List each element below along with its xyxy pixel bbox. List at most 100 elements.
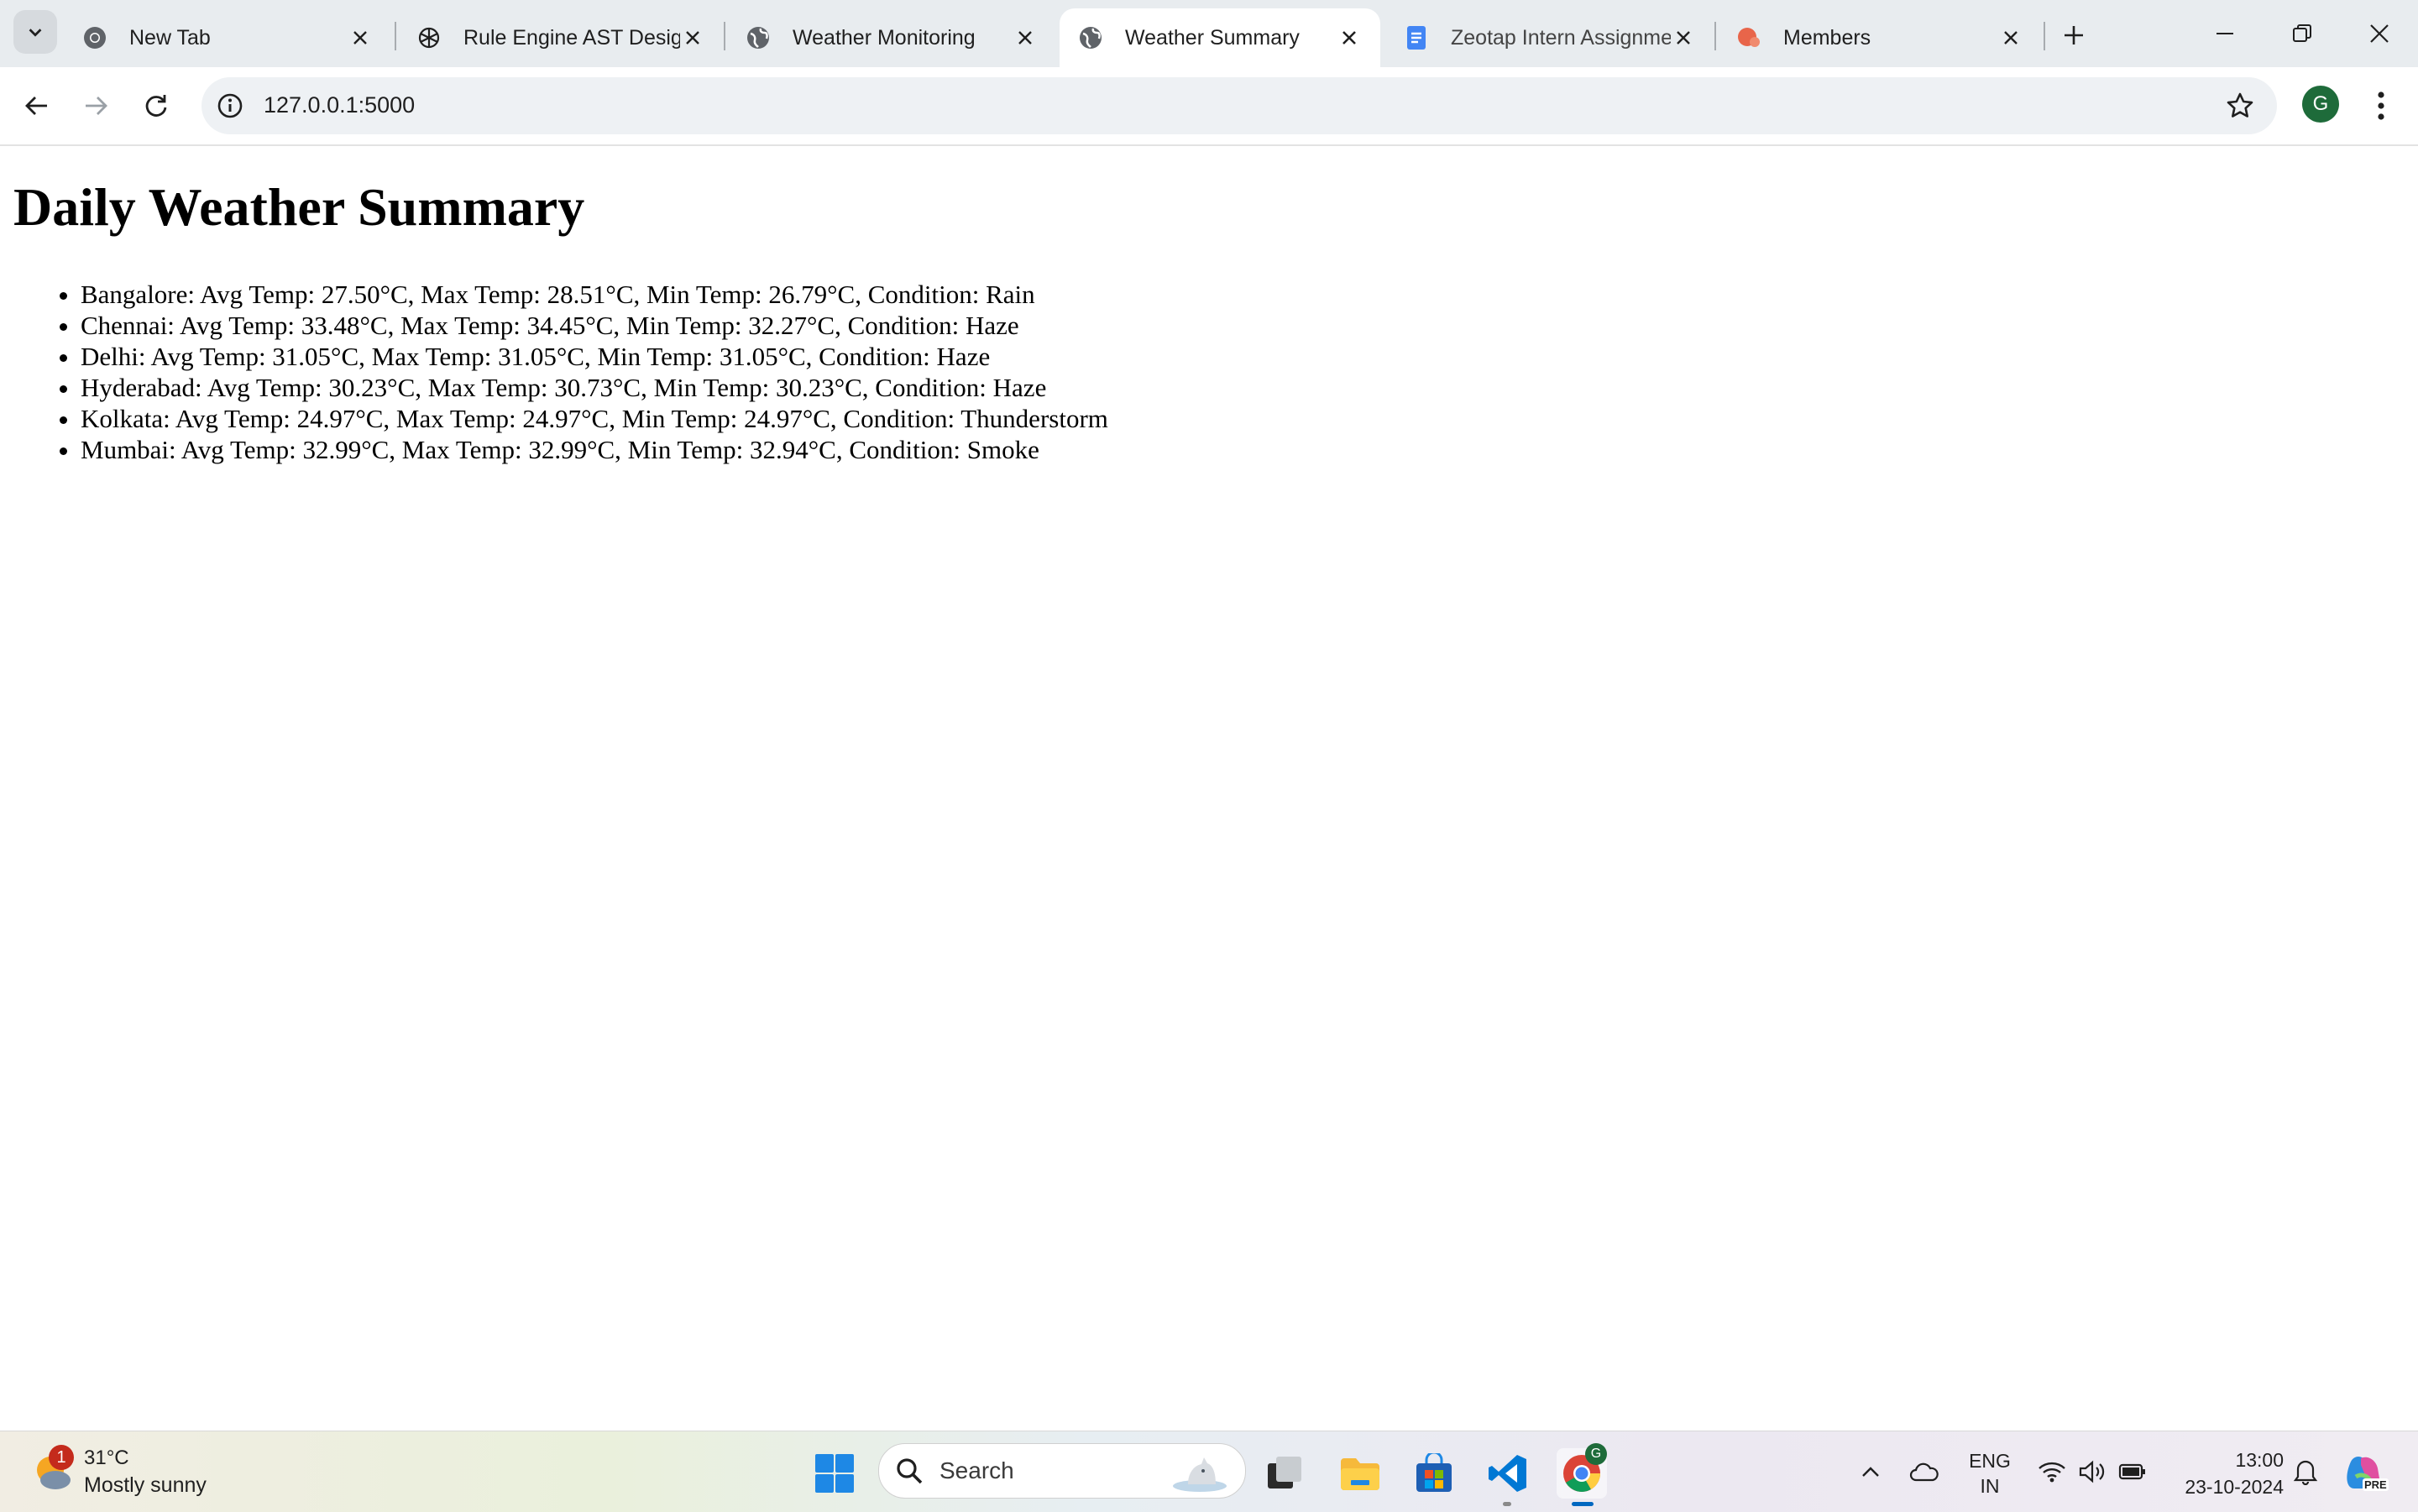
tab-title: New Tab	[129, 25, 211, 50]
list-item: Delhi: Avg Temp: 31.05°C, Max Temp: 31.0…	[81, 341, 1108, 372]
task-view-icon	[1268, 1457, 1301, 1488]
search-label: Search	[939, 1457, 1014, 1483]
tab-separator	[724, 22, 725, 50]
new-tab-button[interactable]	[2054, 15, 2094, 55]
chrome-taskbar-button[interactable]: G	[1557, 1443, 1607, 1499]
start-button[interactable]	[809, 1448, 860, 1499]
close-icon[interactable]	[1337, 25, 1362, 50]
region-code: IN	[1980, 1475, 2000, 1497]
weather-summary-list: Bangalore: Avg Temp: 27.50°C, Max Temp: …	[0, 279, 1108, 465]
preview-label: PRE	[2363, 1478, 2389, 1491]
tab-zeotap-doc[interactable]: Zeotap Intern Assignme	[1385, 8, 1714, 67]
close-icon[interactable]	[680, 25, 705, 50]
browser-toolbar: 127.0.0.1:5000 G	[0, 67, 2418, 146]
page-content: Daily Weather Summary Bangalore: Avg Tem…	[0, 146, 2418, 1431]
notification-badge: 1	[49, 1445, 74, 1470]
tab-title: Rule Engine AST Design	[463, 25, 680, 50]
close-icon	[2370, 24, 2389, 43]
google-docs-icon	[1404, 25, 1429, 50]
list-item: Kolkata: Avg Temp: 24.97°C, Max Temp: 24…	[81, 403, 1108, 434]
task-view-button[interactable]	[1259, 1448, 1310, 1499]
volume-status[interactable]	[2075, 1448, 2109, 1495]
tab-separator	[395, 22, 396, 50]
taskbar-search[interactable]: Search	[878, 1443, 1246, 1499]
notifications-button[interactable]	[2289, 1448, 2322, 1495]
clock[interactable]: 13:00 23-10-2024	[2166, 1447, 2284, 1500]
close-icon[interactable]	[1671, 25, 1696, 50]
address-url[interactable]: 127.0.0.1:5000	[264, 92, 415, 118]
tab-search-button[interactable]	[13, 10, 57, 54]
active-indicator	[1572, 1502, 1594, 1506]
tab-strip: New Tab Rule Engine AST Design Weather M…	[0, 0, 2418, 67]
tab-separator	[2044, 22, 2045, 50]
wifi-status[interactable]	[2035, 1448, 2069, 1495]
folder-icon	[1341, 1458, 1379, 1490]
windows-icon	[815, 1454, 854, 1493]
openai-icon	[416, 25, 442, 50]
bell-icon	[2293, 1460, 2318, 1485]
store-icon	[1416, 1453, 1452, 1492]
tab-weather-summary[interactable]: Weather Summary	[1060, 8, 1380, 67]
address-bar[interactable]: 127.0.0.1:5000	[202, 77, 2277, 134]
profile-avatar[interactable]: G	[2302, 86, 2339, 123]
restore-icon	[2293, 24, 2311, 42]
tab-title: Weather Summary	[1125, 25, 1300, 50]
close-icon[interactable]	[1013, 25, 1038, 50]
list-item: Bangalore: Avg Temp: 27.50°C, Max Temp: …	[81, 279, 1108, 310]
search-icon	[897, 1458, 923, 1484]
globe-icon	[746, 25, 771, 50]
battery-charging-icon	[2118, 1463, 2145, 1480]
globe-icon	[1078, 25, 1103, 50]
copilot-button[interactable]: PRE	[2339, 1448, 2389, 1499]
close-window-button[interactable]	[2341, 0, 2418, 67]
list-item: Chennai: Avg Temp: 33.48°C, Max Temp: 34…	[81, 310, 1108, 341]
language-indicator[interactable]: ENG IN	[1963, 1448, 2017, 1499]
more-menu-icon[interactable]	[2363, 86, 2400, 126]
arrow-right-icon	[86, 97, 107, 115]
onedrive-button[interactable]	[1906, 1448, 1943, 1495]
show-hidden-icons-button[interactable]	[1854, 1448, 1887, 1495]
minimize-icon	[2216, 33, 2233, 34]
cat-illustration-icon	[1173, 1457, 1227, 1492]
back-button[interactable]	[15, 84, 59, 128]
tab-weather-monitoring[interactable]: Weather Monitoring	[727, 8, 1056, 67]
forward-button[interactable]	[74, 84, 118, 128]
battery-status[interactable]	[2116, 1448, 2149, 1495]
file-explorer-button[interactable]	[1335, 1448, 1385, 1499]
vscode-button[interactable]	[1483, 1448, 1533, 1499]
app-icon	[1736, 25, 1761, 50]
date: 23-10-2024	[2185, 1476, 2284, 1498]
minimize-button[interactable]	[2186, 0, 2264, 67]
time: 13:00	[2235, 1449, 2284, 1471]
chevron-down-icon	[29, 29, 42, 37]
reload-icon	[145, 95, 167, 117]
list-item: Mumbai: Avg Temp: 32.99°C, Max Temp: 32.…	[81, 434, 1108, 465]
weather-temperature: 31°C	[84, 1447, 129, 1469]
microsoft-store-button[interactable]	[1409, 1448, 1459, 1499]
profile-badge: G	[1585, 1443, 1607, 1465]
tab-rule-engine[interactable]: Rule Engine AST Design	[398, 8, 724, 67]
list-item: Hyderabad: Avg Temp: 30.23°C, Max Temp: …	[81, 372, 1108, 403]
taskbar: 1 31°C Mostly sunny Search G ENG IN 13:0…	[0, 1431, 2418, 1512]
info-icon[interactable]	[213, 89, 247, 123]
tab-title: Members	[1783, 25, 1871, 50]
restore-button[interactable]	[2264, 0, 2341, 67]
tab-title: Weather Monitoring	[793, 25, 976, 50]
arrow-left-icon	[25, 97, 47, 115]
close-icon[interactable]	[1998, 25, 2023, 50]
tab-members[interactable]: Members	[1718, 8, 2042, 67]
wifi-icon	[2039, 1462, 2065, 1483]
tab-separator	[1714, 22, 1716, 50]
reload-button[interactable]	[134, 84, 178, 128]
speaker-icon	[2079, 1460, 2105, 1483]
close-icon[interactable]	[348, 25, 373, 50]
vscode-icon	[1489, 1455, 1526, 1492]
tab-new-tab[interactable]: New Tab	[64, 8, 391, 67]
running-indicator	[1503, 1502, 1511, 1506]
page-title: Daily Weather Summary	[13, 177, 585, 237]
bookmark-star-icon[interactable]	[2223, 89, 2257, 123]
weather-condition: Mostly sunny	[84, 1473, 207, 1497]
chrome-icon	[82, 25, 107, 50]
tab-title: Zeotap Intern Assignme	[1451, 25, 1671, 50]
language-code: ENG	[1969, 1450, 2011, 1472]
